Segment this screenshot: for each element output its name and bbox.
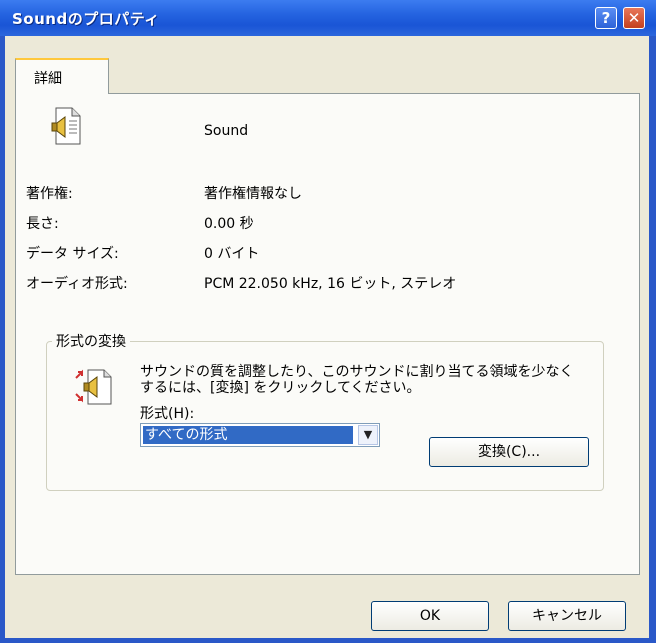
copyright-value: 著作権情報なし — [204, 186, 302, 202]
details-panel: Sound 著作権: 著作権情報なし 長さ: 0.00 秒 データ サイズ: 0… — [15, 93, 640, 575]
cancel-button[interactable]: キャンセル — [508, 601, 626, 631]
sound-file-icon — [51, 107, 81, 145]
properties-dialog: Soundのプロパティ ? ✕ 詳細 Sound 著作権: 著作権情報なし 長さ… — [0, 0, 656, 643]
tab-details[interactable]: 詳細 — [15, 58, 109, 94]
audio-format-label: オーディオ形式: — [26, 276, 128, 292]
audio-format-value: PCM 22.050 kHz, 16 ビット, ステレオ — [204, 276, 457, 292]
length-value: 0.00 秒 — [204, 216, 254, 232]
copyright-label: 著作権: — [26, 186, 73, 202]
window-title: Soundのプロパティ — [12, 10, 160, 28]
ok-button[interactable]: OK — [371, 601, 489, 631]
format-select-value: すべての形式 — [143, 426, 353, 444]
convert-button[interactable]: 変換(C)... — [429, 437, 589, 467]
sound-convert-icon — [75, 369, 112, 405]
format-conversion-title: 形式の変換 — [52, 331, 130, 351]
help-button[interactable]: ? — [595, 7, 617, 29]
format-label: 形式(H): — [140, 406, 195, 422]
conversion-description: サウンドの質を調整したり、このサウンドに割り当てる領域を少なくするには、[変換]… — [140, 364, 574, 396]
format-select[interactable]: すべての形式 ▼ — [140, 423, 380, 447]
length-label: 長さ: — [26, 216, 59, 232]
close-button[interactable]: ✕ — [623, 7, 645, 29]
file-name: Sound — [204, 123, 249, 139]
chevron-down-icon[interactable]: ▼ — [358, 425, 378, 445]
dialog-client-area: 詳細 Sound 著作権: 著作権情報なし 長さ: 0.00 秒 データ サイズ… — [5, 36, 649, 638]
tab-details-label: 詳細 — [34, 71, 62, 87]
data-size-value: 0 バイト — [204, 246, 260, 262]
title-bar[interactable]: Soundのプロパティ ? ✕ — [0, 0, 656, 36]
data-size-label: データ サイズ: — [26, 246, 119, 262]
